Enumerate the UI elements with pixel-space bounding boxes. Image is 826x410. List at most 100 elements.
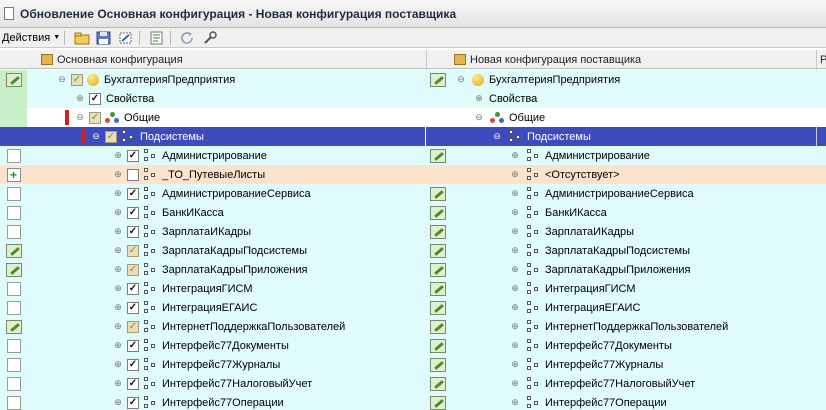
collapse-icon[interactable]: ⊖ (474, 112, 484, 123)
tree-cell-right[interactable]: ⊕ ЗарплатаИКадры (450, 222, 816, 241)
tree-row-root[interactable]: ⊖ БухгалтерияПредприятия ⊖ БухгалтерияПр… (0, 70, 826, 89)
tree-row-subsystem-item[interactable]: ⊕ Интерфейс77Журналы ⊕ Интерфейс77Журналы (0, 355, 826, 374)
expand-icon[interactable]: ⊕ (510, 283, 520, 294)
row-mark[interactable] (0, 184, 27, 203)
tree-row-subsystem-item[interactable]: + ⊕ _ТО_ПутевыеЛисты ⊕ <Отсутствует> (0, 165, 826, 184)
checkbox[interactable] (127, 339, 139, 352)
tree-row-subsystem-item[interactable]: ⊕ ЗарплатаИКадры ⊕ ЗарплатаИКадры (0, 222, 826, 241)
collapse-icon[interactable]: ⊖ (91, 131, 101, 142)
tree-row-subsystem-item[interactable]: ⊕ ЗарплатаКадрыПриложения ⊕ ЗарплатаКадрыПр… (0, 260, 826, 279)
checkbox[interactable] (127, 263, 139, 276)
tree-cell-right[interactable]: ⊕ Интерфейс77Документы (450, 336, 816, 355)
tree-row-subsystem-item[interactable]: ⊕ Интерфейс77НалоговыйУчет ⊕ Интерфейс77Нал… (0, 374, 826, 393)
tree-cell-left[interactable]: ⊕ Интерфейс77Документы (27, 336, 425, 355)
expand-icon[interactable]: ⊕ (113, 150, 123, 161)
expand-icon[interactable]: ⊕ (510, 245, 520, 256)
checkbox[interactable] (71, 73, 83, 86)
save-button[interactable] (95, 30, 113, 46)
expand-icon[interactable]: ⊕ (113, 359, 123, 370)
tree-cell-right[interactable]: ⊖ Общие (450, 108, 816, 127)
checkbox[interactable] (89, 92, 101, 105)
checkbox[interactable] (127, 282, 139, 295)
expand-icon[interactable]: ⊕ (113, 378, 123, 389)
tree-cell-right[interactable]: ⊕ ИнтернетПоддержкаПользователей (450, 317, 816, 336)
expand-icon[interactable]: ⊕ (113, 283, 123, 294)
tree-cell-left[interactable]: ⊕ Интерфейс77Операции (27, 393, 425, 410)
tree-cell-left[interactable]: ⊕ ИнтеграцияЕГАИС (27, 298, 425, 317)
report-button[interactable] (148, 30, 166, 46)
expand-icon[interactable]: ⊕ (113, 264, 123, 275)
tree-cell-left[interactable]: ⊖ БухгалтерияПредприятия (27, 70, 425, 89)
tree-cell-left[interactable]: ⊕ Интерфейс77Журналы (27, 355, 425, 374)
tree-row-subsystem-item[interactable]: ⊕ Администрирование ⊕ Администрирование (0, 146, 826, 165)
refresh-button[interactable] (179, 30, 197, 46)
column-header-extra[interactable]: Р (820, 50, 826, 69)
open-button[interactable] (73, 30, 91, 46)
tree-cell-right[interactable]: ⊕ ИнтеграцияГИСМ (450, 279, 816, 298)
row-mark[interactable] (0, 260, 27, 279)
tree-cell-right[interactable]: ⊕ ЗарплатаКадрыПодсистемы (450, 241, 816, 260)
expand-icon[interactable]: ⊕ (510, 150, 520, 161)
expand-icon[interactable]: ⊕ (510, 207, 520, 218)
tree-cell-left[interactable]: ⊕ АдминистрированиеСервиса (27, 184, 425, 203)
tree-cell-right[interactable]: ⊕ АдминистрированиеСервиса (450, 184, 816, 203)
expand-icon[interactable]: ⊕ (113, 169, 123, 180)
compare-button[interactable] (117, 30, 135, 46)
tree-cell-right[interactable]: ⊕ <Отсутствует> (450, 165, 816, 184)
tree-cell-right[interactable]: ⊖ Подсистемы (450, 127, 816, 146)
tree-cell-right[interactable]: ⊕ Свойства (450, 89, 816, 108)
tree-cell-right[interactable]: ⊕ ЗарплатаКадрыПриложения (450, 260, 816, 279)
expand-icon[interactable]: ⊕ (113, 397, 123, 408)
expand-icon[interactable]: ⊕ (510, 226, 520, 237)
tree-row-subsystem-item[interactable]: ⊕ ИнтернетПоддержкаПользователей ⊕ Интернет… (0, 317, 826, 336)
expand-icon[interactable]: ⊕ (113, 245, 123, 256)
tree-cell-left[interactable]: ⊕ Интерфейс77НалоговыйУчет (27, 374, 425, 393)
expand-icon[interactable]: ⊕ (113, 207, 123, 218)
tree-cell-left[interactable]: ⊕ БанкИКасса (27, 203, 425, 222)
checkbox[interactable] (127, 206, 139, 219)
expand-icon[interactable]: ⊕ (510, 321, 520, 332)
tree-cell-left[interactable]: ⊕ Свойства (27, 89, 425, 108)
tree-cell-right[interactable]: ⊕ Интерфейс77Журналы (450, 355, 816, 374)
expand-icon[interactable]: ⊕ (510, 359, 520, 370)
tree-cell-right[interactable]: ⊕ БанкИКасса (450, 203, 816, 222)
tree-row-common[interactable]: ⊖ Общие ⊖ Общие (0, 108, 826, 127)
tree-row-properties[interactable]: ⊕ Свойства ⊕ Свойства (0, 89, 826, 108)
expand-icon[interactable]: ⊕ (113, 321, 123, 332)
tree-cell-right[interactable]: ⊕ Администрирование (450, 146, 816, 165)
row-mark[interactable] (0, 241, 27, 260)
tree-row-subsystem-item[interactable]: ⊕ АдминистрированиеСервиса ⊕ Администрирова… (0, 184, 826, 203)
settings-button[interactable] (201, 30, 219, 46)
checkbox[interactable] (127, 358, 139, 371)
column-header-main-config[interactable]: Основная конфигурация (37, 50, 425, 69)
expand-icon[interactable]: ⊕ (510, 188, 520, 199)
checkbox[interactable] (127, 244, 139, 257)
actions-menu[interactable]: Действия ▼ (2, 32, 60, 44)
row-mark[interactable] (0, 298, 27, 317)
checkbox[interactable] (127, 301, 139, 314)
expand-icon[interactable]: ⊕ (510, 397, 520, 408)
tree-cell-left[interactable]: ⊖ Подсистемы (27, 127, 425, 146)
tree-row-subsystem-item[interactable]: ⊕ БанкИКасса ⊕ БанкИКасса (0, 203, 826, 222)
checkbox[interactable] (89, 111, 101, 124)
tree-cell-left[interactable]: ⊕ _ТО_ПутевыеЛисты (27, 165, 425, 184)
expand-icon[interactable]: ⊕ (510, 169, 520, 180)
expand-icon[interactable]: ⊕ (75, 93, 85, 104)
tree-cell-right[interactable]: ⊖ БухгалтерияПредприятия (450, 70, 816, 89)
tree-cell-right[interactable]: ⊕ Интерфейс77Операции (450, 393, 816, 410)
column-header-vendor-config[interactable]: Новая конфигурация поставщика (450, 50, 816, 69)
expand-icon[interactable]: ⊕ (510, 340, 520, 351)
row-mark[interactable] (0, 374, 27, 393)
collapse-icon[interactable]: ⊖ (57, 74, 67, 85)
expand-icon[interactable]: ⊕ (510, 264, 520, 275)
expand-icon[interactable]: ⊕ (474, 93, 484, 104)
collapse-icon[interactable]: ⊖ (75, 112, 85, 123)
tree-row-subsystem-item[interactable]: ⊕ Интерфейс77Документы ⊕ Интерфейс77Докумен… (0, 336, 826, 355)
checkbox[interactable] (127, 320, 139, 333)
tree-cell-right[interactable]: ⊕ ИнтеграцияЕГАИС (450, 298, 816, 317)
tree-cell-left[interactable]: ⊖ Общие (27, 108, 425, 127)
tree-row-subsystem-item[interactable]: ⊕ ИнтеграцияЕГАИС ⊕ ИнтеграцияЕГАИС (0, 298, 826, 317)
collapse-icon[interactable]: ⊖ (456, 74, 466, 85)
tree-cell-left[interactable]: ⊕ ЗарплатаКадрыПодсистемы (27, 241, 425, 260)
checkbox[interactable] (105, 130, 117, 143)
